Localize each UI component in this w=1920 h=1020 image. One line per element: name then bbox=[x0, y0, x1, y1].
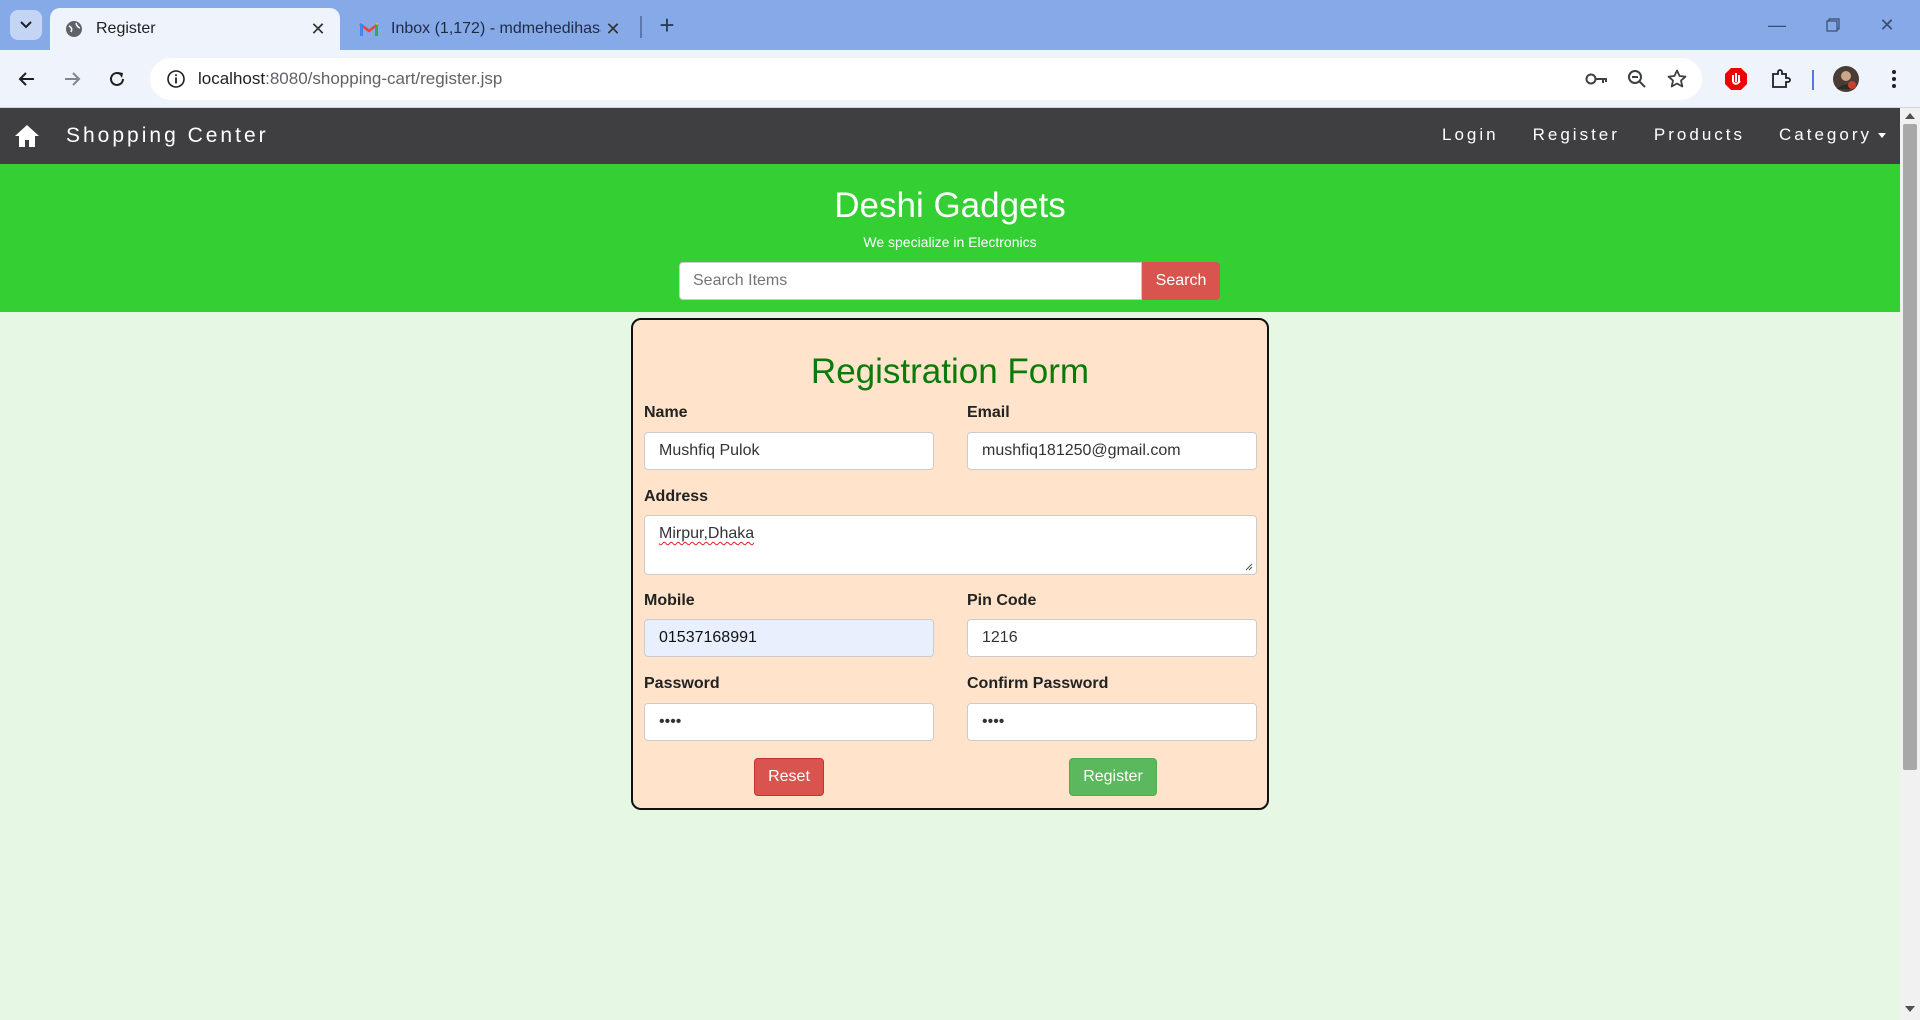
url-host: localhost bbox=[198, 69, 266, 88]
address-label: Address bbox=[644, 488, 709, 505]
chevron-down-icon bbox=[20, 21, 32, 29]
confirm-password-value: •••• bbox=[982, 713, 1005, 730]
brand-link[interactable]: Shopping Center bbox=[66, 124, 269, 148]
search-input[interactable] bbox=[679, 262, 1142, 300]
scroll-thumb[interactable] bbox=[1903, 124, 1917, 770]
nav-register[interactable]: Register bbox=[1533, 125, 1620, 145]
url-path: :8080/shopping-cart/register.jsp bbox=[265, 69, 503, 88]
more-menu-icon[interactable] bbox=[1878, 63, 1910, 95]
tab-title: Register bbox=[96, 20, 156, 37]
address-value: Mirpur,Dhaka bbox=[659, 525, 755, 542]
caret-down-icon bbox=[1878, 133, 1886, 139]
reset-button[interactable]: Reset bbox=[754, 758, 824, 796]
nav-category-label: Category bbox=[1779, 125, 1872, 144]
browser-tabstrip: Register ✕ Inbox (1,172) - mdmehedihasan… bbox=[0, 0, 1920, 50]
form-title: Registration Form bbox=[810, 352, 1090, 391]
minimize-icon[interactable]: — bbox=[1757, 8, 1797, 42]
password-label: Password bbox=[644, 675, 720, 692]
search-button[interactable]: Search bbox=[1142, 262, 1220, 300]
address-field[interactable]: Mirpur,Dhaka bbox=[644, 515, 1257, 575]
resize-handle-icon[interactable] bbox=[1245, 563, 1253, 571]
star-icon[interactable] bbox=[1662, 64, 1692, 94]
name-label: Name bbox=[644, 404, 688, 421]
name-field[interactable]: Mushfiq Pulok bbox=[644, 432, 934, 470]
email-field[interactable]: mushfiq181250@gmail.com bbox=[967, 432, 1257, 470]
scroll-down-icon[interactable] bbox=[1905, 1006, 1915, 1012]
gmail-icon bbox=[359, 19, 379, 39]
pincode-value: 1216 bbox=[982, 629, 1018, 646]
site-navbar: Shopping Center Login Register Products … bbox=[0, 108, 1900, 164]
restore-icon[interactable] bbox=[1813, 8, 1853, 42]
confirm-password-field[interactable]: •••• bbox=[967, 703, 1257, 741]
search-form: Search bbox=[679, 262, 1220, 300]
reload-button[interactable] bbox=[100, 62, 134, 96]
close-icon[interactable]: ✕ bbox=[306, 17, 330, 41]
nav-products[interactable]: Products bbox=[1654, 125, 1745, 145]
arrow-right-icon bbox=[65, 72, 81, 86]
tab-divider bbox=[640, 16, 642, 38]
back-button[interactable] bbox=[10, 62, 44, 96]
puzzle-icon[interactable] bbox=[1765, 63, 1797, 95]
register-button[interactable]: Register bbox=[1069, 758, 1157, 796]
mobile-label: Mobile bbox=[644, 592, 695, 609]
store-tagline: We specialize in Electronics bbox=[863, 234, 1037, 250]
tab-gmail[interactable]: Inbox (1,172) - mdmehedihasan ✕ bbox=[345, 8, 635, 50]
forward-button[interactable] bbox=[55, 62, 89, 96]
registration-form: Registration Form Name Mushfiq Pulok Ema… bbox=[631, 318, 1269, 810]
email-label: Email bbox=[967, 404, 1010, 421]
hero-banner: Deshi Gadgets We specialize in Electroni… bbox=[0, 164, 1900, 312]
home-icon[interactable] bbox=[14, 124, 40, 148]
nav-login[interactable]: Login bbox=[1442, 125, 1499, 145]
nav-links: Login Register Products Category bbox=[1442, 125, 1886, 145]
key-icon[interactable] bbox=[1582, 64, 1612, 94]
email-value: mushfiq181250@gmail.com bbox=[982, 442, 1181, 459]
mobile-value: 01537168991 bbox=[659, 629, 757, 646]
close-icon[interactable]: ✕ bbox=[601, 17, 625, 41]
password-value: •••• bbox=[659, 713, 682, 730]
close-window-icon[interactable]: ✕ bbox=[1867, 8, 1907, 42]
toolbar-divider bbox=[1812, 70, 1814, 90]
tab-search-button[interactable] bbox=[10, 10, 42, 40]
address-bar[interactable]: localhost:8080/shopping-cart/register.js… bbox=[150, 58, 1702, 100]
globe-icon bbox=[64, 19, 84, 39]
tab-title: Inbox (1,172) - mdmehedihasan bbox=[391, 20, 601, 37]
zoom-icon[interactable] bbox=[1622, 64, 1652, 94]
avatar[interactable] bbox=[1830, 63, 1862, 95]
site-info-icon[interactable] bbox=[154, 69, 198, 89]
url-text: localhost:8080/shopping-cart/register.js… bbox=[198, 69, 502, 89]
page-scrollbar[interactable] bbox=[1900, 108, 1920, 1020]
confirm-password-label: Confirm Password bbox=[967, 675, 1109, 692]
new-tab-button[interactable]: + bbox=[652, 10, 682, 40]
scroll-up-icon[interactable] bbox=[1905, 113, 1915, 119]
tab-register[interactable]: Register ✕ bbox=[50, 8, 340, 50]
extension-adblock-icon[interactable] bbox=[1720, 63, 1752, 95]
mobile-field[interactable]: 01537168991 bbox=[644, 619, 934, 657]
store-title: Deshi Gadgets bbox=[834, 186, 1066, 225]
nav-category[interactable]: Category bbox=[1779, 125, 1886, 145]
reload-icon bbox=[110, 71, 124, 86]
pincode-label: Pin Code bbox=[967, 592, 1037, 609]
pincode-field[interactable]: 1216 bbox=[967, 619, 1257, 657]
browser-toolbar: localhost:8080/shopping-cart/register.js… bbox=[0, 50, 1920, 108]
arrow-left-icon bbox=[18, 72, 34, 86]
name-value: Mushfiq Pulok bbox=[659, 442, 760, 459]
password-field[interactable]: •••• bbox=[644, 703, 934, 741]
